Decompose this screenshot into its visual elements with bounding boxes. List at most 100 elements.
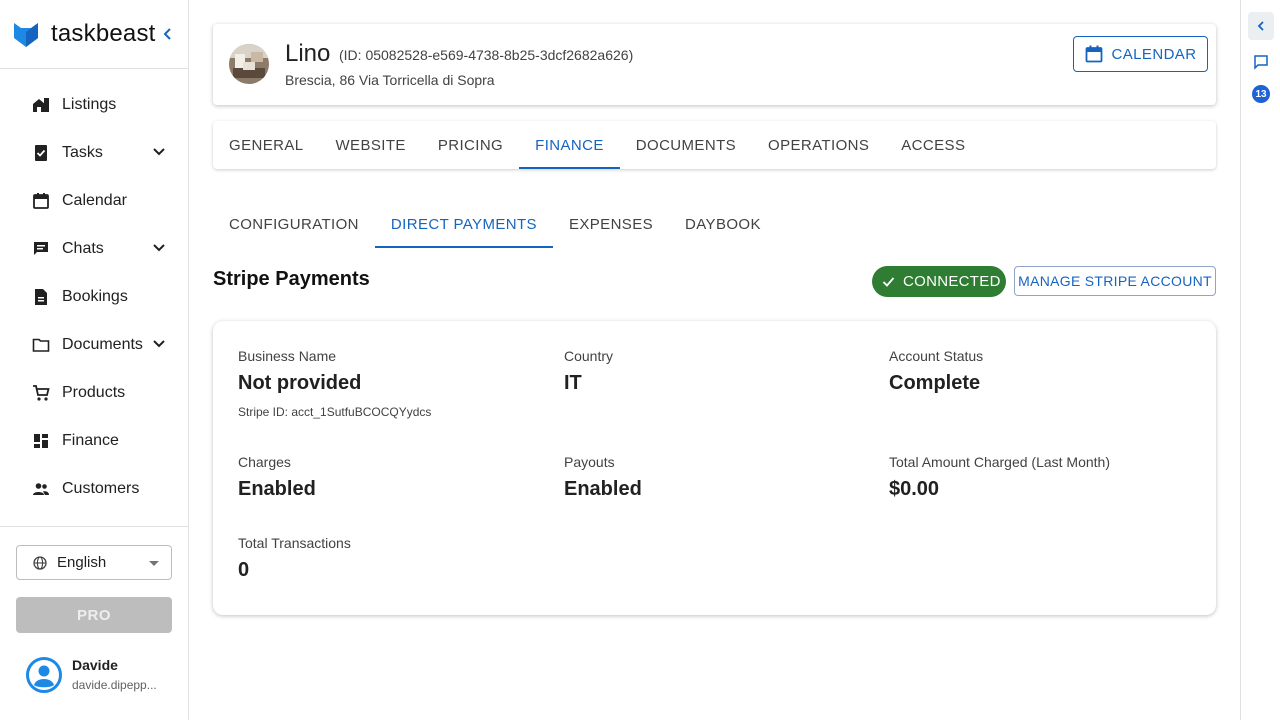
listings-icon <box>32 96 50 114</box>
field-value: Not provided <box>238 372 362 394</box>
field-label: Payouts <box>564 454 615 470</box>
brand-name: taskbeast <box>51 20 156 47</box>
dashboard-icon <box>32 432 50 450</box>
field-label: Account Status <box>889 348 984 364</box>
sidebar-item-label: Finance <box>62 432 119 449</box>
listing-photo <box>229 44 269 84</box>
field-business-name: Business Name Not provided Stripe ID: ac… <box>238 348 431 419</box>
field-value: IT <box>564 372 582 394</box>
subtab-expenses[interactable]: EXPENSES <box>553 200 669 248</box>
brand: taskbeast <box>0 0 188 69</box>
sidebar-item-chats[interactable]: Chats <box>0 225 188 273</box>
tasks-icon <box>32 144 50 162</box>
field-label: Country <box>564 348 614 364</box>
field-charges: Charges Enabled <box>238 454 316 501</box>
tab-website[interactable]: WEBSITE <box>320 121 422 169</box>
user-name: Davide <box>72 657 118 673</box>
sidebar-item-finance[interactable]: Finance <box>0 417 188 465</box>
field-label: Total Transactions <box>238 535 351 551</box>
chevron-left-icon <box>1257 21 1264 31</box>
sidebar-item-label: Chats <box>62 240 104 257</box>
cart-icon <box>32 384 50 402</box>
sidebar-item-documents[interactable]: Documents <box>0 321 188 369</box>
sidebar-footer: English PRO Davide davide.dipepp... <box>0 526 188 720</box>
bookings-icon <box>32 288 50 306</box>
user-email: davide.dipepp... <box>72 678 157 692</box>
collapse-sidebar-button[interactable] <box>158 24 178 44</box>
field-total-charged: Total Amount Charged (Last Month) $0.00 <box>889 454 1110 501</box>
tab-pricing[interactable]: PRICING <box>422 121 519 169</box>
field-payouts: Payouts Enabled <box>564 454 642 501</box>
field-value: Enabled <box>238 478 316 500</box>
chevron-down-icon[interactable] <box>152 145 166 159</box>
section-title: Stripe Payments <box>213 268 370 290</box>
stripe-info-card: Business Name Not provided Stripe ID: ac… <box>213 321 1216 615</box>
chevron-down-icon[interactable] <box>152 337 166 351</box>
tab-operations[interactable]: OPERATIONS <box>752 121 885 169</box>
tab-finance[interactable]: FINANCE <box>519 121 620 169</box>
listing-header: Lino (ID: 05082528-e569-4738-8b25-3dcf26… <box>213 24 1216 105</box>
check-icon <box>882 277 895 287</box>
expand-panel-button[interactable] <box>1248 12 1274 40</box>
tab-documents[interactable]: DOCUMENTS <box>620 121 752 169</box>
language-select[interactable]: English <box>16 545 172 580</box>
field-value: 0 <box>238 559 250 581</box>
chat-icon <box>32 240 50 258</box>
status-badge: CONNECTED <box>872 266 1006 297</box>
sidebar-item-bookings[interactable]: Bookings <box>0 273 188 321</box>
tab-general[interactable]: GENERAL <box>213 121 320 169</box>
sidebar-nav: Listings Tasks Calendar Chats Bookings D… <box>0 69 188 513</box>
sidebar-item-listings[interactable]: Listings <box>0 81 188 129</box>
subtab-configuration[interactable]: CONFIGURATION <box>213 200 375 248</box>
sidebar-item-label: Documents <box>62 336 143 353</box>
calendar-button-label: CALENDAR <box>1111 45 1197 63</box>
field-label: Total Amount Charged (Last Month) <box>889 454 1111 470</box>
finance-subtabs: CONFIGURATION DIRECT PAYMENTS EXPENSES D… <box>213 200 777 248</box>
field-value: Complete <box>889 372 981 394</box>
sidebar-item-tasks[interactable]: Tasks <box>0 129 188 177</box>
listing-address: Brescia, 86 Via Torricella di Sopra <box>285 72 495 88</box>
sidebar-item-customers[interactable]: Customers <box>0 465 188 513</box>
chevron-left-icon <box>163 28 171 40</box>
listing-tabs: GENERAL WEBSITE PRICING FINANCE DOCUMENT… <box>213 121 1216 169</box>
status-badge-label: CONNECTED <box>903 273 1001 290</box>
chevron-down-icon[interactable] <box>152 241 166 255</box>
sidebar-item-label: Calendar <box>62 192 127 209</box>
sidebar-item-label: Bookings <box>62 288 128 305</box>
field-label: Charges <box>238 454 291 470</box>
tab-access[interactable]: ACCESS <box>885 121 981 169</box>
sidebar-item-label: Products <box>62 384 126 401</box>
calendar-icon <box>32 192 50 210</box>
field-value: $0.00 <box>889 478 940 500</box>
listing-id: (ID: 05082528-e569-4738-8b25-3dcf2682a62… <box>339 47 634 63</box>
subtab-daybook[interactable]: DAYBOOK <box>669 200 777 248</box>
field-account-status: Account Status Complete <box>889 348 983 395</box>
field-total-transactions: Total Transactions 0 <box>238 535 351 582</box>
people-icon <box>32 480 50 498</box>
sidebar-item-label: Customers <box>62 480 140 497</box>
sidebar: taskbeast Listings Tasks Calendar Chats … <box>0 0 189 720</box>
chat-bubble-icon[interactable] <box>1253 54 1269 70</box>
field-label: Business Name <box>238 348 337 364</box>
calendar-icon <box>1085 45 1102 63</box>
field-value: Enabled <box>564 478 642 500</box>
right-rail: 13 <box>1240 0 1280 720</box>
language-value: English <box>57 554 107 571</box>
pro-button[interactable]: PRO <box>16 597 172 633</box>
sidebar-item-calendar[interactable]: Calendar <box>0 177 188 225</box>
globe-icon <box>33 555 47 570</box>
sidebar-item-label: Listings <box>62 96 117 113</box>
taskbeast-logo <box>14 23 38 47</box>
stripe-id: Stripe ID: acct_1SutfuBCOCQYydcs <box>238 405 432 419</box>
caret-down-icon <box>149 561 159 566</box>
folder-icon <box>32 336 50 354</box>
manage-stripe-account-button[interactable]: MANAGE STRIPE ACCOUNT <box>1014 266 1216 296</box>
subtab-direct-payments[interactable]: DIRECT PAYMENTS <box>374 200 553 248</box>
sidebar-item-label: Tasks <box>62 144 103 161</box>
field-country: Country IT <box>564 348 613 395</box>
notification-badge[interactable]: 13 <box>1252 85 1270 103</box>
user-profile[interactable]: Davide davide.dipepp... <box>26 657 164 693</box>
avatar <box>26 657 62 693</box>
calendar-button[interactable]: CALENDAR <box>1073 36 1208 72</box>
sidebar-item-products[interactable]: Products <box>0 369 188 417</box>
